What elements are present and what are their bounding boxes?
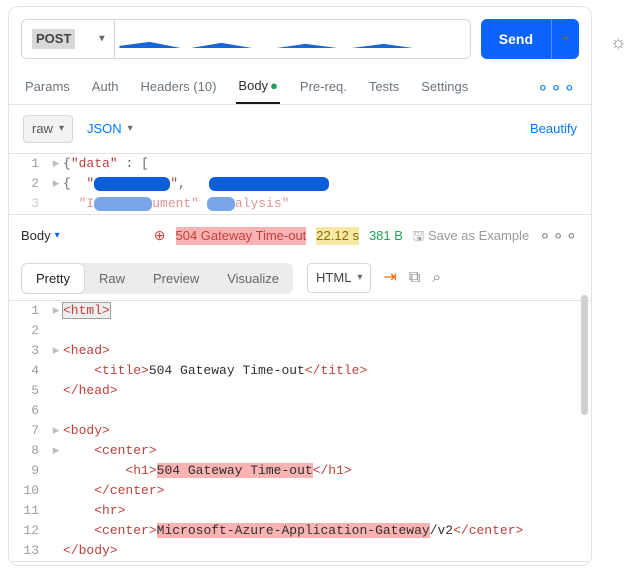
search-icon[interactable]: ⌕ (428, 263, 445, 293)
view-mode-segment: Pretty Raw Preview Visualize (21, 263, 293, 294)
url-input[interactable] (115, 30, 469, 48)
response-size: 381 B (369, 227, 403, 245)
send-group: Send ▾ (481, 19, 579, 59)
tab-headers[interactable]: Headers (10) (139, 72, 219, 104)
view-preview[interactable]: Preview (139, 263, 213, 294)
send-button[interactable]: Send (481, 19, 551, 59)
method-select[interactable]: POST ▾ (22, 20, 115, 58)
response-lang-select[interactable]: HTML▾ (307, 263, 371, 293)
response-time: 22.12 s (316, 227, 359, 245)
chevron-down-icon: ▾ (563, 34, 568, 45)
view-pretty[interactable]: Pretty (21, 263, 85, 294)
save-icon: 🖫 (413, 227, 424, 245)
chevron-down-icon: ▾ (357, 271, 362, 285)
response-body-editor[interactable]: 1▸<html> 2 3▸<head> 4 <title>504 Gateway… (9, 300, 591, 562)
send-dropdown[interactable]: ▾ (551, 19, 579, 59)
tab-prereq[interactable]: Pre-req. (298, 72, 349, 104)
network-error-icon[interactable]: ⊕ (154, 226, 166, 246)
method-value: POST (32, 29, 75, 49)
status-badge: 504 Gateway Time-out (176, 227, 307, 245)
chevron-down-icon: ▾ (128, 122, 133, 136)
copy-icon[interactable]: ⧉ (405, 263, 424, 293)
request-tabs: Params Auth Headers (10) Body● Pre-req. … (9, 67, 591, 105)
request-bar: POST ▾ Send ▾ (9, 7, 591, 67)
response-section-select[interactable]: Body ▾ (21, 227, 60, 245)
request-panel: POST ▾ Send ▾ Params Auth Headers (10) B… (8, 6, 592, 566)
tab-settings[interactable]: Settings (419, 72, 470, 104)
redaction-scribble (207, 197, 235, 211)
scrollbar[interactable] (581, 295, 588, 415)
tab-tests[interactable]: Tests (367, 72, 401, 104)
view-visualize[interactable]: Visualize (213, 263, 293, 294)
wrap-lines-icon[interactable]: ⇥ (383, 267, 396, 289)
response-view-tabs: Pretty Raw Preview Visualize HTML▾ ⇥ ⧉ ⌕ (9, 257, 591, 300)
chevron-down-icon: ▾ (55, 229, 60, 243)
redaction-scribble (119, 38, 419, 48)
redaction-scribble (94, 177, 170, 191)
beautify-button[interactable]: Beautify (530, 120, 577, 138)
tab-auth[interactable]: Auth (90, 72, 121, 104)
tab-params[interactable]: Params (23, 72, 72, 104)
redaction-scribble (94, 197, 152, 211)
more-icon[interactable]: ∘∘∘ (537, 75, 577, 100)
request-body-editor[interactable]: 1▸{"data" : [ 2▸{ "", 3 "Iument" alysis" (9, 153, 591, 215)
lightbulb-icon[interactable]: ☼ (610, 30, 627, 55)
unsaved-dot-icon: ● (270, 78, 278, 93)
response-body: 1▸<html> 2 3▸<head> 4 <title>504 Gateway… (9, 300, 591, 562)
redaction-scribble (209, 177, 329, 191)
response-header: Body ▾ ⊕ 504 Gateway Time-out 22.12 s 38… (9, 215, 591, 256)
chevron-down-icon: ▾ (59, 122, 64, 136)
tab-body[interactable]: Body● (236, 71, 280, 104)
more-icon[interactable]: ∘∘∘ (539, 223, 579, 248)
body-subrow: raw ▾ JSON ▾ Beautify (9, 105, 591, 153)
body-mode-select[interactable]: raw ▾ (23, 115, 73, 143)
view-raw[interactable]: Raw (85, 263, 139, 294)
method-url-group: POST ▾ (21, 19, 471, 59)
save-example-button[interactable]: 🖫Save as Example (413, 227, 529, 245)
chevron-down-icon: ▾ (99, 32, 104, 46)
body-lang-select[interactable]: JSON ▾ (87, 120, 133, 138)
